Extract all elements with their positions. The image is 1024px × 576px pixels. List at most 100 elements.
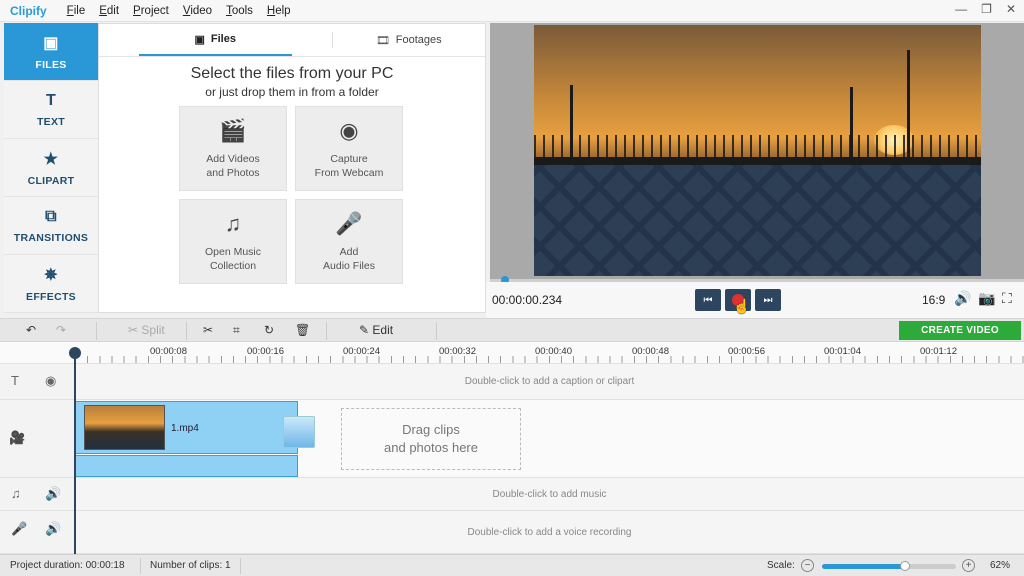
delete-icon[interactable]: 🗑 bbox=[295, 323, 310, 337]
ruler-label: 00:00:08 bbox=[150, 346, 187, 357]
add-audio-tile[interactable]: 🎤 Add Audio Files bbox=[295, 199, 403, 284]
menu-edit[interactable]: Edit bbox=[99, 5, 119, 17]
sidebar: ▣ FILES T TEXT ★ CLIPART ⧉ TRANSITIONS ✵… bbox=[4, 23, 98, 313]
ruler-label: 00:00:16 bbox=[247, 346, 284, 357]
zoom-out-icon[interactable]: − bbox=[801, 559, 814, 572]
video-camera-icon: 🎥 bbox=[9, 430, 26, 445]
snapshot-icon[interactable]: 📷 bbox=[978, 290, 995, 307]
create-video-button[interactable]: CREATE VIDEO bbox=[899, 321, 1021, 340]
clip-audio-strip[interactable] bbox=[75, 455, 298, 477]
bridge-deck bbox=[534, 157, 981, 165]
crop-icon[interactable]: ⌗ bbox=[233, 323, 240, 338]
transition-icon[interactable] bbox=[283, 416, 315, 448]
menu-file[interactable]: File bbox=[67, 5, 86, 17]
sidebar-item-clipart[interactable]: ★ CLIPART bbox=[4, 139, 98, 197]
music-hint: Double-click to add music bbox=[492, 488, 607, 500]
speaker-icon[interactable]: 🔊 bbox=[45, 486, 61, 502]
cut-icon[interactable]: ✂ bbox=[203, 323, 213, 337]
film-reel-icon: 🎬 bbox=[219, 118, 247, 144]
scale-fill bbox=[822, 564, 906, 569]
rotate-icon[interactable]: ↻ bbox=[264, 323, 274, 337]
caption-track-header: T ◉ bbox=[0, 364, 75, 400]
text-icon: T bbox=[45, 91, 57, 109]
voice-track-header: 🎤 🔊 bbox=[0, 511, 75, 554]
file-tiles: 🎬 Add Videos and Photos ◉ Capture From W… bbox=[179, 106, 403, 284]
tab-footages[interactable]: 🎞 Footages bbox=[333, 24, 486, 56]
close-icon[interactable]: ✕ bbox=[1006, 2, 1016, 16]
add-videos-tile[interactable]: 🎬 Add Videos and Photos bbox=[179, 106, 287, 191]
ruler-label: 00:01:12 bbox=[920, 346, 957, 357]
toolbar-divider bbox=[326, 322, 327, 340]
video-preview[interactable] bbox=[534, 25, 981, 276]
film-icon: 🎞 bbox=[375, 34, 390, 47]
redo-icon[interactable]: ↷ bbox=[56, 323, 66, 337]
music-track-header: ♫ 🔊 bbox=[0, 478, 75, 511]
microphone-icon: 🎤 bbox=[11, 521, 28, 536]
menu-help[interactable]: Help bbox=[267, 5, 291, 17]
ruler-label: 00:00:48 bbox=[632, 346, 669, 357]
sidebar-item-text[interactable]: T TEXT bbox=[4, 81, 98, 139]
caption-track[interactable]: Double-click to add a caption or clipart bbox=[75, 364, 1024, 400]
image-icon: ▣ bbox=[194, 33, 205, 46]
menu-tools[interactable]: Tools bbox=[226, 5, 253, 17]
minimize-icon[interactable]: — bbox=[955, 2, 967, 16]
project-duration: Project duration: 00:00:18 bbox=[10, 560, 125, 571]
sidebar-item-transitions[interactable]: ⧉ TRANSITIONS bbox=[4, 197, 98, 255]
eye-icon[interactable]: ◉ bbox=[45, 373, 56, 389]
undo-icon[interactable]: ↶ bbox=[26, 323, 36, 337]
microphone-icon: 🎤 bbox=[335, 211, 363, 237]
pencil-icon: ✎ bbox=[359, 323, 370, 337]
speaker-icon[interactable]: 🔊 bbox=[45, 521, 61, 537]
panel-title: Select the files from your PC bbox=[190, 65, 394, 82]
split-button[interactable]: ✂ Split bbox=[128, 323, 165, 337]
scale-handle[interactable] bbox=[900, 561, 911, 571]
video-track-header: 🎥 bbox=[0, 400, 75, 478]
menu-video[interactable]: Video bbox=[183, 5, 212, 17]
open-music-tile[interactable]: ♫ Open Music Collection bbox=[179, 199, 287, 284]
ruler-ticks bbox=[75, 356, 1024, 363]
music-track[interactable]: Double-click to add music bbox=[75, 478, 1024, 511]
sidebar-item-effects[interactable]: ✵ EFFECTS bbox=[4, 255, 98, 313]
scale-slider[interactable] bbox=[822, 561, 956, 571]
drop-zone[interactable]: Drag clips and photos here bbox=[341, 408, 521, 470]
playhead-line bbox=[74, 356, 76, 554]
aspect-ratio-button[interactable]: 16:9 bbox=[922, 293, 945, 307]
skip-forward-icon: ⏭ bbox=[763, 294, 773, 306]
zoom-percent: 62% bbox=[990, 560, 1011, 571]
status-divider bbox=[240, 558, 241, 574]
volume-icon[interactable]: 🔊 bbox=[954, 290, 971, 307]
edit-button[interactable]: ✎ Edit bbox=[359, 323, 393, 337]
maximize-icon[interactable]: ❐ bbox=[981, 2, 992, 16]
caption-hint: Double-click to add a caption or clipart bbox=[464, 376, 635, 387]
clip-thumbnail bbox=[84, 405, 165, 450]
timeline-ruler[interactable]: 00:00:08 00:00:16 00:00:24 00:00:32 00:0… bbox=[0, 342, 1024, 364]
fullscreen-icon[interactable]: ⛶ bbox=[1002, 290, 1012, 307]
files-panel: ▣ Files 🎞 Footages Select the files from… bbox=[98, 23, 486, 313]
video-clip[interactable]: 1.mp4 bbox=[75, 401, 298, 454]
player-controls: 00:00:00.234 ⏮ ⏭ ☝ 16:9 🔊 📷 ⛶ bbox=[486, 282, 1024, 318]
toolbar-divider bbox=[96, 322, 97, 340]
music-note-icon: ♫ bbox=[11, 486, 21, 501]
skip-back-icon: ⏮ bbox=[703, 294, 713, 306]
ruler-label: 00:00:24 bbox=[343, 346, 380, 357]
next-button[interactable]: ⏭ bbox=[755, 289, 781, 311]
text-icon: T bbox=[11, 373, 19, 388]
menu-bar: Clipify File Edit Project Video Tools He… bbox=[0, 0, 1024, 22]
panel-subtitle: or just drop them in from a folder bbox=[205, 85, 379, 99]
menu-project[interactable]: Project bbox=[133, 5, 169, 17]
previous-button[interactable]: ⏮ bbox=[695, 289, 721, 311]
voice-track[interactable]: Double-click to add a voice recording bbox=[75, 511, 1024, 554]
tab-files[interactable]: ▣ Files bbox=[139, 24, 292, 56]
capture-webcam-tile[interactable]: ◉ Capture From Webcam bbox=[295, 106, 403, 191]
clip-name: 1.mp4 bbox=[171, 423, 199, 434]
status-divider bbox=[140, 558, 141, 574]
scale-label: Scale: bbox=[767, 560, 795, 571]
star-icon: ★ bbox=[43, 150, 59, 168]
magic-wand-icon: ✵ bbox=[44, 266, 58, 284]
mouse-cursor-icon: ☝ bbox=[733, 298, 751, 314]
voice-hint: Double-click to add a voice recording bbox=[467, 526, 632, 538]
sidebar-item-files[interactable]: ▣ FILES bbox=[4, 23, 98, 81]
ruler-label: 00:00:40 bbox=[535, 346, 572, 357]
split-icon: ✂ bbox=[128, 323, 139, 337]
zoom-in-icon[interactable]: + bbox=[962, 559, 975, 572]
